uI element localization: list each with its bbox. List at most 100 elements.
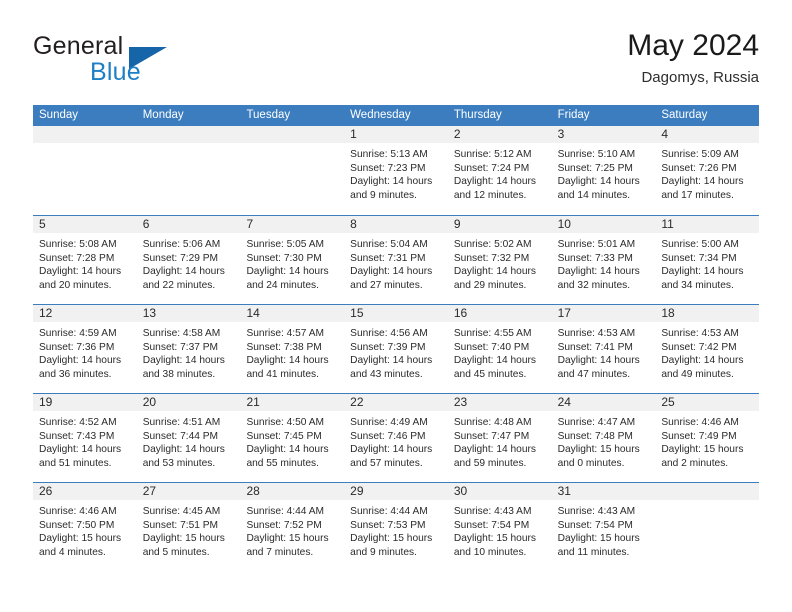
day-number: 25 bbox=[655, 394, 760, 411]
calendar-day-cell[interactable]: 30 Sunrise: 4:43 AM Sunset: 7:54 PM Dayligh… bbox=[447, 483, 552, 571]
calendar-day-cell[interactable]: 29 Sunrise: 4:44 AM Sunset: 7:53 PM Dayligh… bbox=[344, 483, 448, 571]
day-sun-info: Sunrise: 4:46 AM Sunset: 7:49 PM Daylight:… bbox=[655, 411, 759, 470]
calendar-day-cell[interactable]: 19 Sunrise: 4:52 AM Sunset: 7:43 PM Dayligh… bbox=[33, 394, 137, 482]
calendar-day-cell[interactable]: 26 Sunrise: 4:46 AM Sunset: 7:50 PM Dayligh… bbox=[33, 483, 137, 571]
sunset-text: Sunset: 7:42 PM bbox=[661, 341, 737, 353]
day-number: 12 bbox=[33, 305, 137, 322]
day-sun-info: Sunrise: 4:45 AM Sunset: 7:51 PM Daylight:… bbox=[137, 500, 241, 559]
sunrise-text: Sunrise: 5:09 AM bbox=[661, 149, 739, 160]
daylight-text-line1: Daylight: 14 hours bbox=[142, 355, 225, 367]
daylight-text-line1: Daylight: 15 hours bbox=[350, 533, 433, 545]
calendar-day-cell[interactable]: 18 Sunrise: 4:53 AM Sunset: 7:42 PM Dayligh… bbox=[655, 305, 760, 393]
daylight-text-line1: Daylight: 15 hours bbox=[557, 444, 640, 456]
sunrise-text: Sunrise: 5:02 AM bbox=[453, 239, 532, 250]
daylight-text-line2: and 38 minutes. bbox=[142, 368, 216, 380]
sunset-text: Sunset: 7:40 PM bbox=[453, 341, 530, 353]
day-number: 29 bbox=[344, 483, 448, 500]
daylight-text-line2: and 11 minutes. bbox=[557, 546, 630, 558]
day-number bbox=[136, 126, 241, 143]
sunrise-text: Sunrise: 4:56 AM bbox=[350, 328, 428, 339]
calendar-day-cell[interactable]: 3 Sunrise: 5:10 AM Sunset: 7:25 PM Daylight… bbox=[551, 126, 656, 215]
day-number: 10 bbox=[551, 216, 656, 233]
calendar-day-cell[interactable]: 23 Sunrise: 4:48 AM Sunset: 7:47 PM Dayligh… bbox=[447, 394, 552, 482]
day-sun-info: Sunrise: 5:01 AM Sunset: 7:33 PM Daylight:… bbox=[552, 233, 656, 292]
daylight-text-line2: and 14 minutes. bbox=[557, 189, 631, 201]
page-header: General Blue May 2024 Dagomys, Russia bbox=[33, 28, 759, 100]
sunrise-text: Sunrise: 5:04 AM bbox=[350, 239, 428, 250]
calendar-day-cell[interactable]: 2 Sunrise: 5:12 AM Sunset: 7:24 PM Daylight… bbox=[447, 126, 552, 215]
day-number: 17 bbox=[551, 305, 656, 322]
day-sun-info: Sunrise: 4:50 AM Sunset: 7:45 PM Daylight:… bbox=[240, 411, 344, 470]
daylight-text-line1: Daylight: 14 hours bbox=[350, 176, 433, 188]
calendar-day-cell[interactable]: 21 Sunrise: 4:50 AM Sunset: 7:45 PM Dayligh… bbox=[240, 394, 345, 482]
daylight-text-line2: and 24 minutes. bbox=[246, 279, 319, 291]
daylight-text-line1: Daylight: 14 hours bbox=[350, 266, 433, 278]
calendar-week-row: 1 Sunrise: 5:13 AM Sunset: 7:23 PM Daylight… bbox=[33, 126, 760, 215]
sunrise-text: Sunrise: 4:50 AM bbox=[246, 417, 325, 428]
calendar-day-cell[interactable]: 10 Sunrise: 5:01 AM Sunset: 7:33 PM Dayligh… bbox=[551, 216, 656, 304]
day-sun-info: Sunrise: 4:53 AM Sunset: 7:41 PM Daylight:… bbox=[552, 322, 656, 381]
sunrise-text: Sunrise: 5:12 AM bbox=[453, 149, 532, 160]
calendar-day-cell-empty bbox=[33, 126, 137, 215]
calendar-week-row: 12 Sunrise: 4:59 AM Sunset: 7:36 PM Dayligh… bbox=[33, 304, 760, 393]
daylight-text-line1: Daylight: 14 hours bbox=[39, 444, 122, 456]
day-number: 22 bbox=[344, 394, 448, 411]
sunrise-text: Sunrise: 4:48 AM bbox=[453, 417, 532, 428]
sunrise-text: Sunrise: 4:43 AM bbox=[453, 506, 532, 517]
daylight-text-line2: and 36 minutes. bbox=[39, 368, 112, 380]
sunrise-text: Sunrise: 4:46 AM bbox=[39, 506, 117, 517]
calendar-week-row: 5 Sunrise: 5:08 AM Sunset: 7:28 PM Daylight… bbox=[33, 215, 760, 304]
weekday-header-tuesday: Tuesday bbox=[246, 109, 291, 121]
calendar-day-cell[interactable]: 13 Sunrise: 4:58 AM Sunset: 7:37 PM Dayligh… bbox=[136, 305, 241, 393]
calendar-day-cell[interactable]: 14 Sunrise: 4:57 AM Sunset: 7:38 PM Dayligh… bbox=[240, 305, 345, 393]
calendar-day-cell[interactable]: 7 Sunrise: 5:05 AM Sunset: 7:30 PM Daylight… bbox=[240, 216, 345, 304]
calendar-day-cell[interactable]: 12 Sunrise: 4:59 AM Sunset: 7:36 PM Dayligh… bbox=[33, 305, 137, 393]
calendar-day-cell[interactable]: 25 Sunrise: 4:46 AM Sunset: 7:49 PM Dayligh… bbox=[655, 394, 760, 482]
day-sun-info: Sunrise: 4:56 AM Sunset: 7:39 PM Daylight:… bbox=[344, 322, 448, 381]
sunrise-text: Sunrise: 4:46 AM bbox=[661, 417, 739, 428]
daylight-text-line2: and 57 minutes. bbox=[350, 457, 423, 469]
day-sun-info: Sunrise: 4:44 AM Sunset: 7:52 PM Daylight:… bbox=[240, 500, 344, 559]
calendar-day-cell[interactable]: 4 Sunrise: 5:09 AM Sunset: 7:26 PM Daylight… bbox=[655, 126, 760, 215]
brand-logo[interactable]: General Blue bbox=[33, 32, 273, 96]
sunset-text: Sunset: 7:28 PM bbox=[39, 252, 115, 264]
calendar-page: General Blue May 2024 Dagomys, Russia Su… bbox=[0, 0, 792, 612]
calendar-day-cell[interactable]: 28 Sunrise: 4:44 AM Sunset: 7:52 PM Dayligh… bbox=[240, 483, 345, 571]
calendar-day-cell[interactable]: 27 Sunrise: 4:45 AM Sunset: 7:51 PM Dayligh… bbox=[136, 483, 241, 571]
daylight-text-line2: and 20 minutes. bbox=[39, 279, 112, 291]
sunrise-text: Sunrise: 4:47 AM bbox=[557, 417, 636, 428]
calendar-day-cell[interactable]: 22 Sunrise: 4:49 AM Sunset: 7:46 PM Dayligh… bbox=[344, 394, 448, 482]
calendar-day-cell[interactable]: 31 Sunrise: 4:43 AM Sunset: 7:54 PM Dayligh… bbox=[551, 483, 656, 571]
daylight-text-line2: and 17 minutes. bbox=[661, 189, 734, 201]
calendar-day-cell[interactable]: 24 Sunrise: 4:47 AM Sunset: 7:48 PM Dayligh… bbox=[551, 394, 656, 482]
daylight-text-line2: and 53 minutes. bbox=[142, 457, 216, 469]
daylight-text-line2: and 55 minutes. bbox=[246, 457, 319, 469]
calendar-day-cell[interactable]: 6 Sunrise: 5:06 AM Sunset: 7:29 PM Daylight… bbox=[136, 216, 241, 304]
brand-name-general: General bbox=[33, 32, 124, 60]
day-sun-info: Sunrise: 5:12 AM Sunset: 7:24 PM Daylight:… bbox=[448, 143, 552, 202]
day-sun-info: Sunrise: 5:04 AM Sunset: 7:31 PM Daylight:… bbox=[344, 233, 448, 292]
calendar-day-cell[interactable]: 8 Sunrise: 5:04 AM Sunset: 7:31 PM Daylight… bbox=[344, 216, 448, 304]
daylight-text-line2: and 32 minutes. bbox=[557, 279, 631, 291]
day-sun-info: Sunrise: 4:57 AM Sunset: 7:38 PM Daylight:… bbox=[240, 322, 344, 381]
sunset-text: Sunset: 7:33 PM bbox=[557, 252, 633, 264]
day-sun-info: Sunrise: 4:53 AM Sunset: 7:42 PM Daylight:… bbox=[655, 322, 759, 381]
daylight-text-line1: Daylight: 14 hours bbox=[39, 266, 122, 278]
day-number: 6 bbox=[136, 216, 241, 233]
calendar-day-cell[interactable]: 9 Sunrise: 5:02 AM Sunset: 7:32 PM Daylight… bbox=[447, 216, 552, 304]
calendar-day-cell[interactable]: 11 Sunrise: 5:00 AM Sunset: 7:34 PM Dayligh… bbox=[655, 216, 760, 304]
calendar-day-cell[interactable]: 16 Sunrise: 4:55 AM Sunset: 7:40 PM Dayligh… bbox=[447, 305, 552, 393]
daylight-text-line1: Daylight: 14 hours bbox=[661, 176, 744, 188]
calendar-day-cell[interactable]: 20 Sunrise: 4:51 AM Sunset: 7:44 PM Dayligh… bbox=[136, 394, 241, 482]
daylight-text-line2: and 2 minutes. bbox=[661, 457, 729, 469]
sunrise-text: Sunrise: 4:55 AM bbox=[453, 328, 532, 339]
calendar-day-cell-empty bbox=[136, 126, 241, 215]
daylight-text-line1: Daylight: 14 hours bbox=[557, 266, 640, 278]
calendar-day-cell[interactable]: 5 Sunrise: 5:08 AM Sunset: 7:28 PM Daylight… bbox=[33, 216, 137, 304]
calendar-day-cell[interactable]: 17 Sunrise: 4:53 AM Sunset: 7:41 PM Dayligh… bbox=[551, 305, 656, 393]
calendar-day-cell[interactable]: 1 Sunrise: 5:13 AM Sunset: 7:23 PM Daylight… bbox=[344, 126, 448, 215]
sunset-text: Sunset: 7:36 PM bbox=[39, 341, 115, 353]
sunrise-text: Sunrise: 4:53 AM bbox=[557, 328, 636, 339]
daylight-text-line2: and 12 minutes. bbox=[453, 189, 527, 201]
calendar-day-cell[interactable]: 15 Sunrise: 4:56 AM Sunset: 7:39 PM Dayligh… bbox=[344, 305, 448, 393]
